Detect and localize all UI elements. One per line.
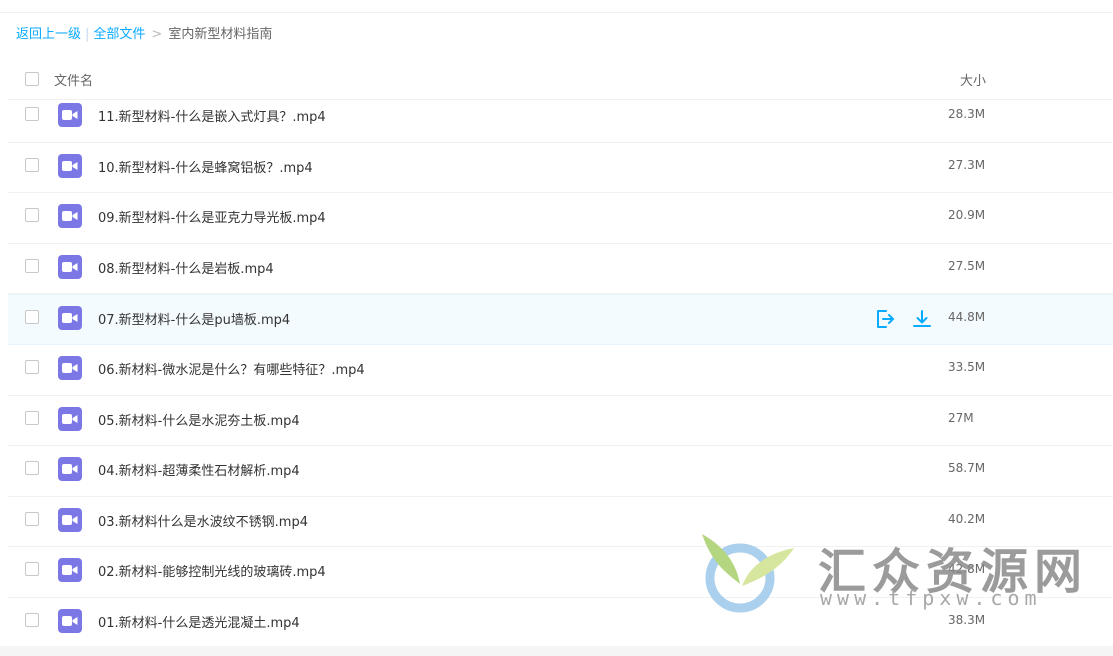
file-size: 20.9M (948, 208, 986, 223)
video-file-icon (58, 406, 82, 431)
file-size: 27.5M (948, 258, 986, 273)
select-all-checkbox[interactable] (25, 72, 39, 86)
video-file-icon (58, 204, 82, 229)
row-checkbox[interactable] (25, 410, 39, 425)
file-name[interactable]: 04.新材料-超薄柔性石材解析.mp4 (98, 460, 300, 479)
download-icon[interactable] (911, 308, 933, 330)
watermark: 汇众资源网 www.tfpxw.com (698, 528, 1082, 618)
watermark-logo-icon (698, 528, 798, 617)
top-divider (0, 12, 1113, 13)
file-row[interactable]: 04.新材料-超薄柔性石材解析.mp4 58.7M (8, 446, 1113, 497)
video-file-icon (58, 254, 82, 279)
file-size: 27M (948, 410, 974, 425)
file-size: 40.2M (948, 511, 986, 526)
file-name[interactable]: 01.新材料-什么是透光混凝土.mp4 (98, 612, 300, 631)
file-row[interactable]: 06.新材料-微水泥是什么？有哪些特征？.mp4 33.5M (8, 345, 1113, 396)
video-file-icon (58, 306, 82, 331)
row-checkbox[interactable] (25, 107, 39, 121)
file-name[interactable]: 11.新型材料-什么是嵌入式灯具？.mp4 (98, 106, 326, 125)
bottom-strip (0, 646, 1113, 656)
file-row-hovered[interactable]: 07.新型材料-什么是pu墙板.mp4 44.8M (8, 294, 1113, 345)
video-file-icon (58, 558, 82, 583)
file-size: 28.3M (948, 107, 986, 121)
breadcrumb: 返回上一级 | 全部文件 > 室内新型材料指南 (16, 27, 272, 43)
file-name[interactable]: 03.新材料什么是水波纹不锈钢.mp4 (98, 511, 308, 530)
row-checkbox[interactable] (25, 562, 39, 577)
file-row[interactable]: 11.新型材料-什么是嵌入式灯具？.mp4 28.3M (8, 92, 1113, 143)
file-name[interactable]: 07.新型材料-什么是pu墙板.mp4 (98, 309, 290, 328)
watermark-url: www.tfpxw.com (820, 586, 1042, 610)
row-checkbox[interactable] (25, 157, 39, 172)
row-checkbox[interactable] (25, 511, 39, 526)
back-link[interactable]: 返回上一级 (16, 27, 81, 42)
row-checkbox[interactable] (25, 310, 39, 325)
file-name[interactable]: 02.新材料-能够控制光线的玻璃砖.mp4 (98, 561, 326, 580)
video-file-icon (58, 103, 82, 127)
file-row[interactable]: 05.新材料-什么是水泥夯土板.mp4 27M (8, 396, 1113, 447)
video-file-icon (58, 507, 82, 532)
row-checkbox[interactable] (25, 359, 39, 374)
column-header-name[interactable]: 文件名 (54, 70, 93, 89)
current-folder: 室内新型材料指南 (168, 27, 273, 42)
file-name[interactable]: 06.新材料-微水泥是什么？有哪些特征？.mp4 (98, 359, 365, 378)
file-name[interactable]: 08.新型材料-什么是岩板.mp4 (98, 258, 274, 277)
file-size: 27.3M (948, 157, 986, 172)
file-name[interactable]: 10.新型材料-什么是蜂窝铝板？.mp4 (98, 157, 313, 176)
file-name[interactable]: 09.新型材料-什么是亚克力导光板.mp4 (98, 207, 326, 226)
row-checkbox[interactable] (25, 208, 39, 223)
row-checkbox[interactable] (25, 612, 39, 627)
file-row[interactable]: 10.新型材料-什么是蜂窝铝板？.mp4 27.3M (8, 143, 1113, 194)
video-file-icon (58, 457, 82, 482)
share-icon[interactable] (874, 308, 896, 330)
video-file-icon (58, 153, 82, 178)
file-size: 58.7M (948, 461, 986, 476)
column-header-size[interactable]: 大小 (960, 70, 986, 89)
breadcrumb-separator: | (85, 27, 90, 42)
video-file-icon (58, 608, 82, 633)
row-checkbox[interactable] (25, 258, 39, 273)
breadcrumb-arrow: > (151, 27, 163, 42)
row-checkbox[interactable] (25, 461, 39, 476)
file-name[interactable]: 05.新材料-什么是水泥夯土板.mp4 (98, 410, 300, 429)
file-row[interactable]: 08.新型材料-什么是岩板.mp4 27.5M (8, 244, 1113, 295)
file-row[interactable]: 09.新型材料-什么是亚克力导光板.mp4 20.9M (8, 193, 1113, 244)
file-size: 33.5M (948, 359, 986, 374)
file-size: 44.8M (948, 310, 986, 325)
all-files-link[interactable]: 全部文件 (93, 27, 145, 42)
video-file-icon (58, 355, 82, 380)
